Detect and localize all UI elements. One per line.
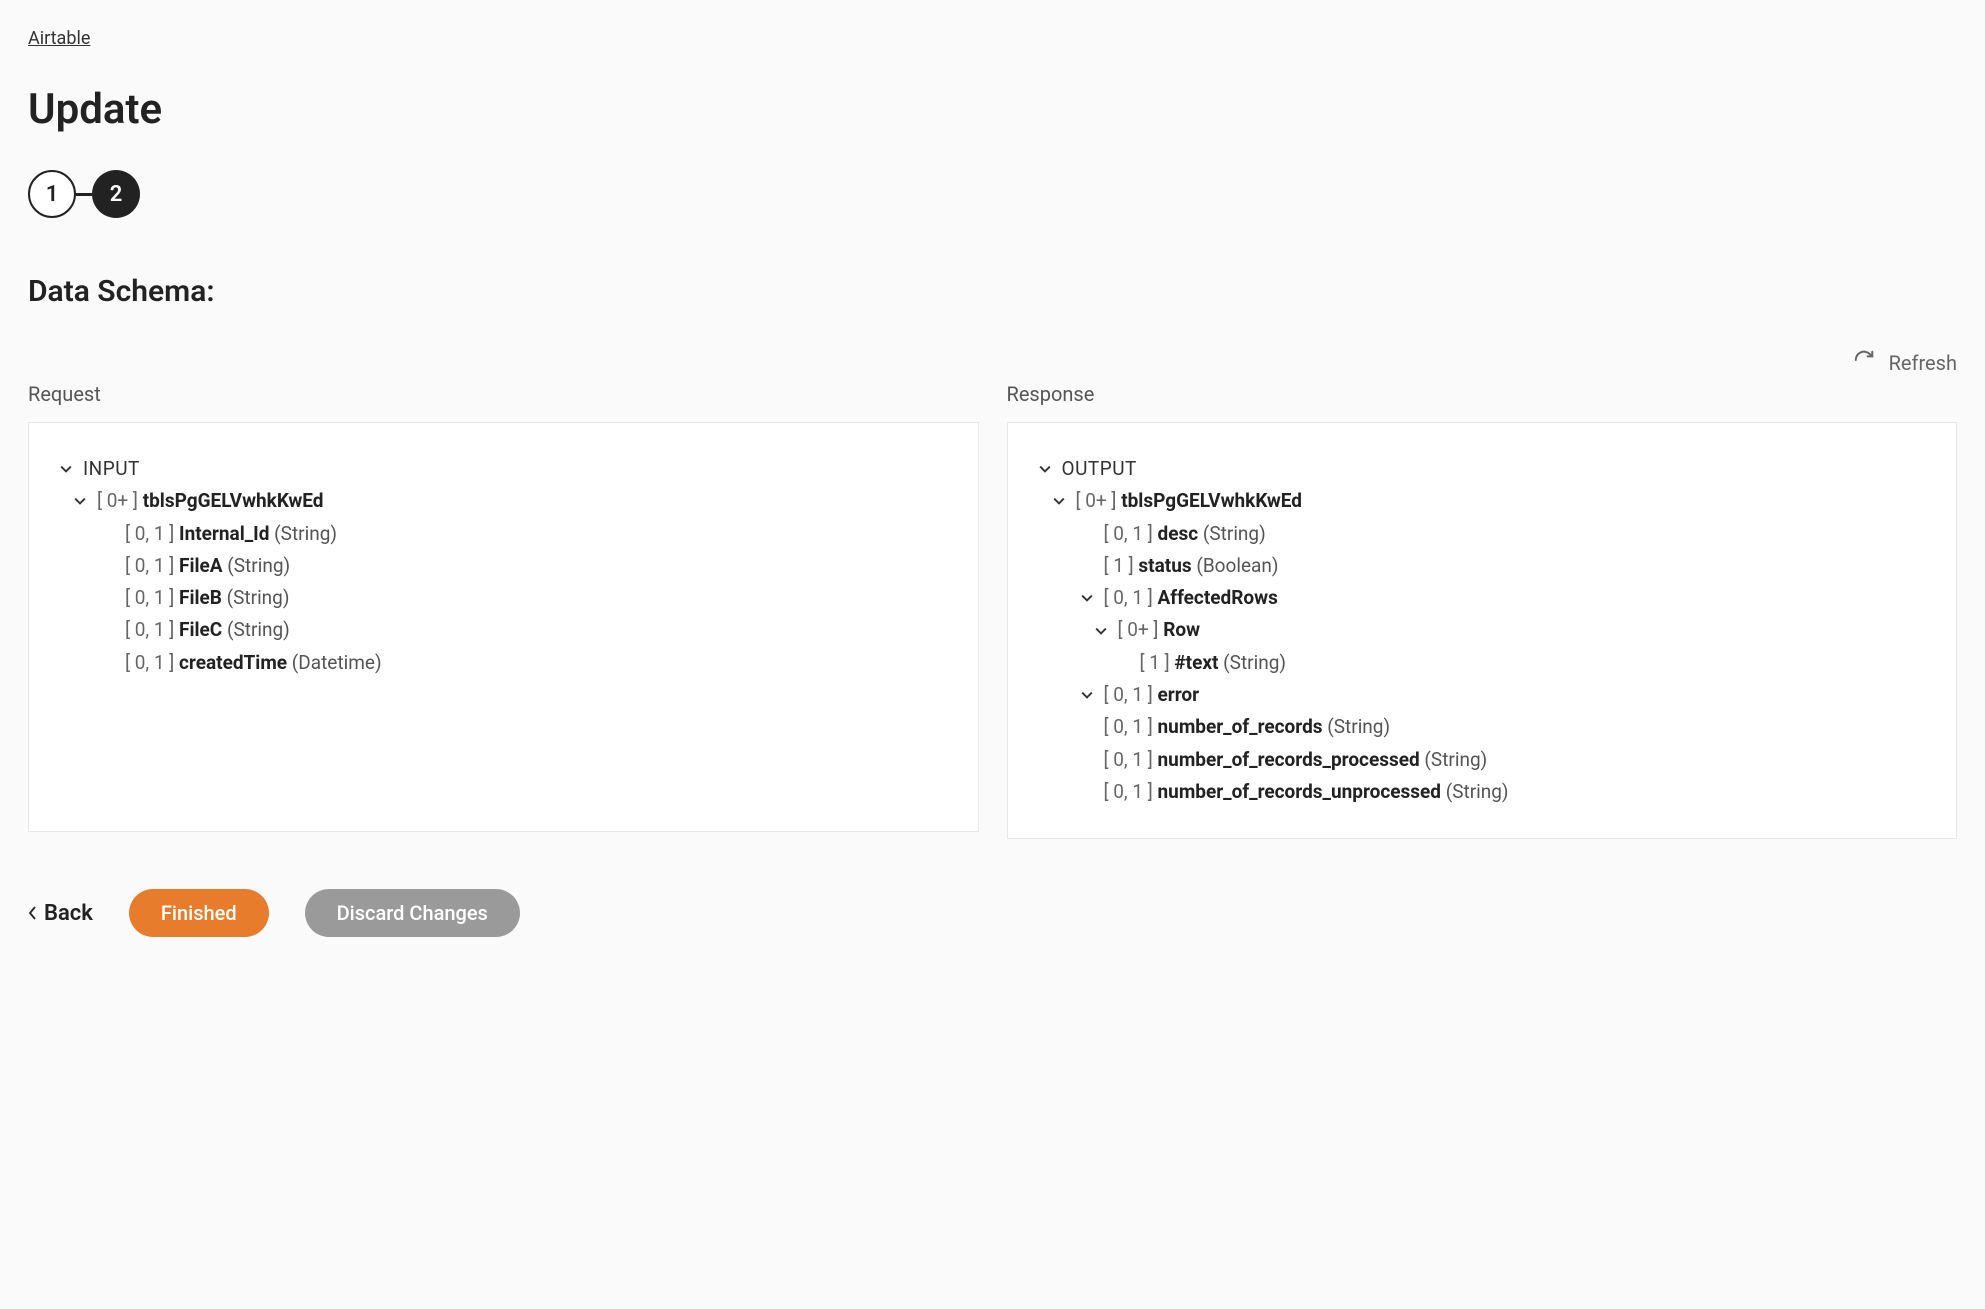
cardinality: [ 0, 1 ]: [1104, 776, 1153, 808]
tree-root-input[interactable]: INPUT: [57, 453, 950, 485]
field-name: AffectedRows: [1158, 582, 1278, 614]
chevron-down-icon: [1092, 625, 1110, 637]
cardinality: [ 0, 1 ]: [125, 647, 174, 679]
refresh-button[interactable]: Refresh: [28, 349, 1957, 376]
footer: Back Finished Discard Changes: [28, 889, 1957, 937]
step-2[interactable]: 2: [92, 170, 140, 218]
request-label: Request: [28, 382, 979, 406]
chevron-down-icon: [1078, 689, 1096, 701]
tree-node-table[interactable]: [ 0+ ] tblsPgGELVwhkKwEd: [57, 485, 950, 517]
field-type: (String): [1223, 647, 1286, 679]
cardinality: [ 1 ]: [1104, 550, 1134, 582]
field-type: (String): [227, 550, 290, 582]
refresh-label: Refresh: [1889, 351, 1957, 375]
field-name: FileA: [179, 550, 223, 582]
field-name: number_of_records_unprocessed: [1158, 776, 1441, 808]
field-name: Row: [1163, 614, 1200, 646]
tree-leaf[interactable]: [ 0, 1 ] FileC (String): [57, 614, 950, 646]
field-name: desc: [1158, 518, 1199, 550]
tree-leaf[interactable]: [ 0, 1 ] Internal_Id (String): [57, 518, 950, 550]
step-connector: [76, 193, 92, 196]
chevron-down-icon: [1078, 592, 1096, 604]
chevron-down-icon: [1050, 495, 1068, 507]
field-type: (String): [1424, 744, 1487, 776]
chevron-down-icon: [57, 463, 75, 475]
finished-button[interactable]: Finished: [129, 889, 269, 937]
discard-button[interactable]: Discard Changes: [305, 889, 520, 937]
cardinality: [ 0, 1 ]: [125, 582, 174, 614]
tree-root-label: OUTPUT: [1062, 453, 1137, 485]
tree-leaf[interactable]: [ 1 ] status (Boolean): [1036, 550, 1929, 582]
field-type: (String): [1446, 776, 1509, 808]
response-label: Response: [1007, 382, 1958, 406]
breadcrumb[interactable]: Airtable: [28, 28, 90, 49]
field-type: (String): [227, 614, 290, 646]
field-type: (Datetime): [292, 647, 382, 679]
back-button[interactable]: Back: [28, 901, 93, 926]
field-name: number_of_records_processed: [1158, 744, 1420, 776]
tree-node-affected-rows[interactable]: [ 0, 1 ] AffectedRows: [1036, 582, 1929, 614]
chevron-down-icon: [71, 495, 89, 507]
cardinality: [ 0+ ]: [1076, 485, 1117, 517]
field-name: number_of_records: [1158, 711, 1323, 743]
request-panel: INPUT [ 0+ ] tblsPgGELVwhkKwEd [ 0, 1 ] …: [28, 422, 979, 832]
stepper: 1 2: [28, 170, 1957, 218]
field-type: (String): [227, 582, 290, 614]
tree-node-error[interactable]: [ 0, 1 ] error: [1036, 679, 1929, 711]
chevron-left-icon: [28, 901, 38, 926]
field-type: (String): [1327, 711, 1390, 743]
tree-leaf[interactable]: [ 0, 1 ] FileA (String): [57, 550, 950, 582]
field-name: error: [1158, 679, 1200, 711]
field-type: (Boolean): [1196, 550, 1278, 582]
tree-node-row[interactable]: [ 0+ ] Row: [1036, 614, 1929, 646]
cardinality: [ 0+ ]: [97, 485, 138, 517]
tree-leaf[interactable]: [ 0, 1 ] number_of_records (String): [1036, 711, 1929, 743]
tree-leaf[interactable]: [ 0, 1 ] createdTime (Datetime): [57, 647, 950, 679]
refresh-icon: [1853, 349, 1875, 376]
tree-node-table[interactable]: [ 0+ ] tblsPgGELVwhkKwEd: [1036, 485, 1929, 517]
page-title: Update: [28, 85, 1957, 134]
tree-leaf[interactable]: [ 0, 1 ] desc (String): [1036, 518, 1929, 550]
cardinality: [ 0+ ]: [1118, 614, 1159, 646]
cardinality: [ 0, 1 ]: [1104, 582, 1153, 614]
field-name: Internal_Id: [179, 518, 269, 550]
cardinality: [ 0, 1 ]: [125, 518, 174, 550]
field-name: FileC: [179, 614, 222, 646]
cardinality: [ 0, 1 ]: [125, 614, 174, 646]
cardinality: [ 0, 1 ]: [1104, 744, 1153, 776]
step-1[interactable]: 1: [28, 170, 76, 218]
cardinality: [ 0, 1 ]: [1104, 518, 1153, 550]
cardinality: [ 0, 1 ]: [1104, 679, 1153, 711]
field-name: FileB: [179, 582, 222, 614]
field-name: tblsPgGELVwhkKwEd: [143, 485, 324, 517]
tree-root-output[interactable]: OUTPUT: [1036, 453, 1929, 485]
section-heading: Data Schema:: [28, 274, 1957, 309]
cardinality: [ 0, 1 ]: [125, 550, 174, 582]
field-type: (String): [274, 518, 337, 550]
response-panel: OUTPUT [ 0+ ] tblsPgGELVwhkKwEd [ 0, 1 ]…: [1007, 422, 1958, 839]
field-name: #text: [1174, 647, 1218, 679]
tree-leaf[interactable]: [ 0, 1 ] FileB (String): [57, 582, 950, 614]
tree-leaf[interactable]: [ 0, 1 ] number_of_records_unprocessed (…: [1036, 776, 1929, 808]
cardinality: [ 0, 1 ]: [1104, 711, 1153, 743]
field-name: tblsPgGELVwhkKwEd: [1121, 485, 1302, 517]
back-label: Back: [44, 901, 93, 926]
tree-root-label: INPUT: [83, 453, 140, 485]
tree-leaf[interactable]: [ 0, 1 ] number_of_records_processed (St…: [1036, 744, 1929, 776]
cardinality: [ 1 ]: [1140, 647, 1170, 679]
field-type: (String): [1203, 518, 1266, 550]
field-name: createdTime: [179, 647, 287, 679]
chevron-down-icon: [1036, 463, 1054, 475]
tree-leaf[interactable]: [ 1 ] #text (String): [1036, 647, 1929, 679]
field-name: status: [1138, 550, 1191, 582]
